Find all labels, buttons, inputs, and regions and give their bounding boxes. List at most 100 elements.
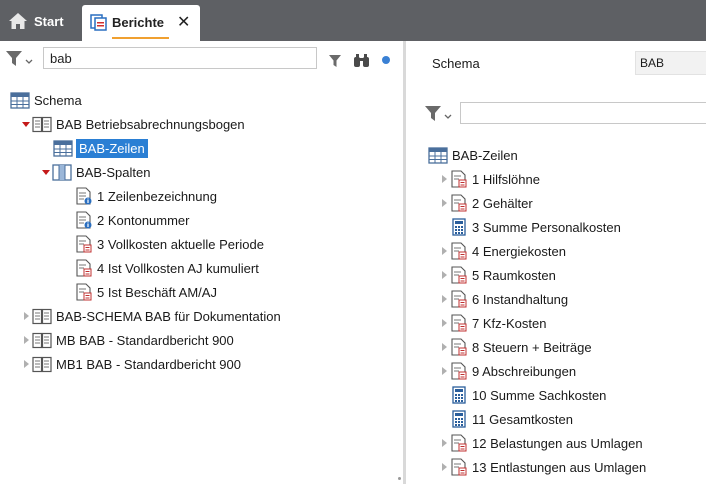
expand-arrow-right-icon[interactable] bbox=[438, 175, 450, 183]
report-row[interactable]: 3 Summe Personalkosten bbox=[438, 216, 621, 238]
filter-dropdown-button[interactable] bbox=[5, 50, 33, 67]
report-row[interactable]: 13 Entlastungen aus Umlagen bbox=[438, 456, 646, 478]
tree-item-bab[interactable]: BAB Betriebsabrechnungsbogen bbox=[20, 113, 245, 135]
report-row-label: 4 Energiekosten bbox=[472, 243, 566, 259]
expand-arrow-right-icon[interactable] bbox=[20, 360, 32, 368]
expand-arrow-right-icon[interactable] bbox=[438, 367, 450, 375]
tree-item-bab-spalten[interactable]: BAB-Spalten bbox=[40, 161, 150, 183]
funnel-icon bbox=[6, 51, 22, 66]
tree-item-label: 2 Kontonummer bbox=[97, 212, 190, 228]
report-row-label: 10 Summe Sachkosten bbox=[472, 387, 607, 403]
tree-item-column-1[interactable]: 1 Zeilenbezeichnung bbox=[75, 185, 217, 207]
doc-calc-icon bbox=[450, 314, 468, 332]
book-icon bbox=[32, 116, 52, 132]
status-dot bbox=[382, 56, 390, 64]
tab-active-underline bbox=[112, 37, 169, 39]
table-icon bbox=[10, 91, 30, 109]
calculator-icon bbox=[452, 410, 466, 428]
doc-calc-icon bbox=[451, 242, 467, 260]
doc-calc-icon bbox=[450, 338, 468, 356]
funnel-filter-icon[interactable] bbox=[328, 54, 342, 68]
report-row[interactable]: 6 Instandhaltung bbox=[438, 288, 568, 310]
expand-arrow-right-icon[interactable] bbox=[438, 319, 450, 327]
doc-calc-icon bbox=[76, 235, 92, 253]
expand-arrow-right-icon[interactable] bbox=[438, 295, 450, 303]
expand-arrow-right-icon[interactable] bbox=[438, 343, 450, 351]
tree-item-label: 5 Ist Beschäft AM/AJ bbox=[97, 284, 217, 300]
doc-calc-icon bbox=[451, 314, 467, 332]
report-row-label: 9 Abschreibungen bbox=[472, 363, 577, 379]
book-icon bbox=[32, 332, 52, 348]
schema-field[interactable]: BAB bbox=[635, 51, 706, 75]
report-row[interactable]: 12 Belastungen aus Umlagen bbox=[438, 432, 643, 454]
tree-item-label: BAB Betriebsabrechnungsbogen bbox=[56, 116, 245, 132]
report-row[interactable]: 9 Abschreibungen bbox=[438, 360, 576, 382]
search-input[interactable] bbox=[43, 47, 317, 69]
tree-item-column-4[interactable]: 4 Ist Vollkosten AJ kumuliert bbox=[75, 257, 259, 279]
book-icon bbox=[32, 308, 52, 324]
expand-arrow-right-icon[interactable] bbox=[438, 463, 450, 471]
doc-calc-icon bbox=[450, 194, 468, 212]
tree-item-schema[interactable]: Schema bbox=[10, 89, 82, 111]
expand-arrow-right-icon[interactable] bbox=[438, 439, 450, 447]
doc-calc-icon bbox=[450, 242, 468, 260]
tree-item-label: BAB-Spalten bbox=[76, 164, 151, 180]
report-row-label: 12 Belastungen aus Umlagen bbox=[472, 435, 643, 451]
tab-berichte[interactable]: Berichte ✕ bbox=[82, 5, 200, 41]
home-icon bbox=[9, 13, 27, 29]
expand-arrow-down-icon[interactable] bbox=[40, 169, 52, 175]
table-icon bbox=[53, 139, 73, 157]
report-row[interactable]: 2 Gehälter bbox=[438, 192, 533, 214]
close-tab-icon[interactable]: ✕ bbox=[177, 15, 190, 31]
report-row[interactable]: 4 Energiekosten bbox=[438, 240, 566, 262]
expand-arrow-right-icon[interactable] bbox=[20, 336, 32, 344]
doc-calc-icon bbox=[76, 259, 92, 277]
tree-item-label: 3 Vollkosten aktuelle Periode bbox=[97, 236, 264, 252]
report-row[interactable]: 7 Kfz-Kosten bbox=[438, 312, 546, 334]
tab-start[interactable]: Start bbox=[8, 8, 64, 34]
expand-arrow-right-icon[interactable] bbox=[20, 312, 32, 320]
report-row[interactable]: 1 Hilfslöhne bbox=[438, 168, 540, 190]
doc-calc-icon bbox=[76, 283, 92, 301]
tree-item-label: MB1 BAB - Standardbericht 900 bbox=[56, 356, 241, 372]
tree-item-bab-schema[interactable]: BAB-SCHEMA BAB für Dokumentation bbox=[20, 305, 281, 327]
report-row-label: 3 Summe Personalkosten bbox=[472, 219, 621, 235]
doc-calc-icon bbox=[450, 266, 468, 284]
report-row-label: 6 Instandhaltung bbox=[472, 291, 569, 307]
tree-item-mb1[interactable]: MB1 BAB - Standardbericht 900 bbox=[20, 353, 241, 375]
tree-item-bab-zeilen[interactable]: BAB-Zeilen bbox=[53, 137, 148, 159]
tree-item-bab-zeilen-root[interactable]: BAB-Zeilen bbox=[428, 144, 518, 166]
expand-arrow-down-icon[interactable] bbox=[20, 121, 32, 127]
expand-arrow-right-icon[interactable] bbox=[438, 199, 450, 207]
tree-item-label: 1 Zeilenbezeichnung bbox=[97, 188, 217, 204]
tree-item-column-3[interactable]: 3 Vollkosten aktuelle Periode bbox=[75, 233, 264, 255]
expand-arrow-right-icon[interactable] bbox=[438, 247, 450, 255]
tab-start-label: Start bbox=[34, 13, 64, 29]
doc-calc-icon bbox=[450, 290, 468, 308]
report-row[interactable]: 8 Steuern + Beiträge bbox=[438, 336, 592, 358]
report-row[interactable]: 5 Raumkosten bbox=[438, 264, 556, 286]
tree-item-label-selected: BAB-Zeilen bbox=[76, 138, 148, 158]
filter-dropdown-button[interactable] bbox=[424, 105, 452, 122]
scroll-indicator bbox=[398, 477, 401, 480]
binoculars-icon[interactable] bbox=[353, 53, 370, 68]
doc-calc-icon bbox=[451, 362, 467, 380]
calculator-icon bbox=[452, 386, 466, 404]
tree-item-mb[interactable]: MB BAB - Standardbericht 900 bbox=[20, 329, 234, 351]
tree-item-label: 4 Ist Vollkosten AJ kumuliert bbox=[97, 260, 259, 276]
doc-calc-icon bbox=[450, 458, 468, 476]
report-row[interactable]: 11 Gesamtkosten bbox=[438, 408, 573, 430]
chevron-down-icon bbox=[444, 114, 452, 119]
calculator-icon bbox=[450, 410, 468, 428]
calculator-icon bbox=[452, 218, 466, 236]
report-row-label: 7 Kfz-Kosten bbox=[472, 315, 547, 331]
filter-input[interactable] bbox=[460, 102, 706, 124]
tree-item-column-2[interactable]: 2 Kontonummer bbox=[75, 209, 190, 231]
report-row[interactable]: 10 Summe Sachkosten bbox=[438, 384, 606, 406]
left-pane: Schema BAB Betriebsabrechnungsbogen BAB-… bbox=[0, 41, 403, 484]
doc-calc-icon bbox=[450, 434, 468, 452]
doc-calc-icon bbox=[451, 458, 467, 476]
doc-info-icon bbox=[76, 211, 92, 229]
tree-item-column-5[interactable]: 5 Ist Beschäft AM/AJ bbox=[75, 281, 217, 303]
expand-arrow-right-icon[interactable] bbox=[438, 271, 450, 279]
